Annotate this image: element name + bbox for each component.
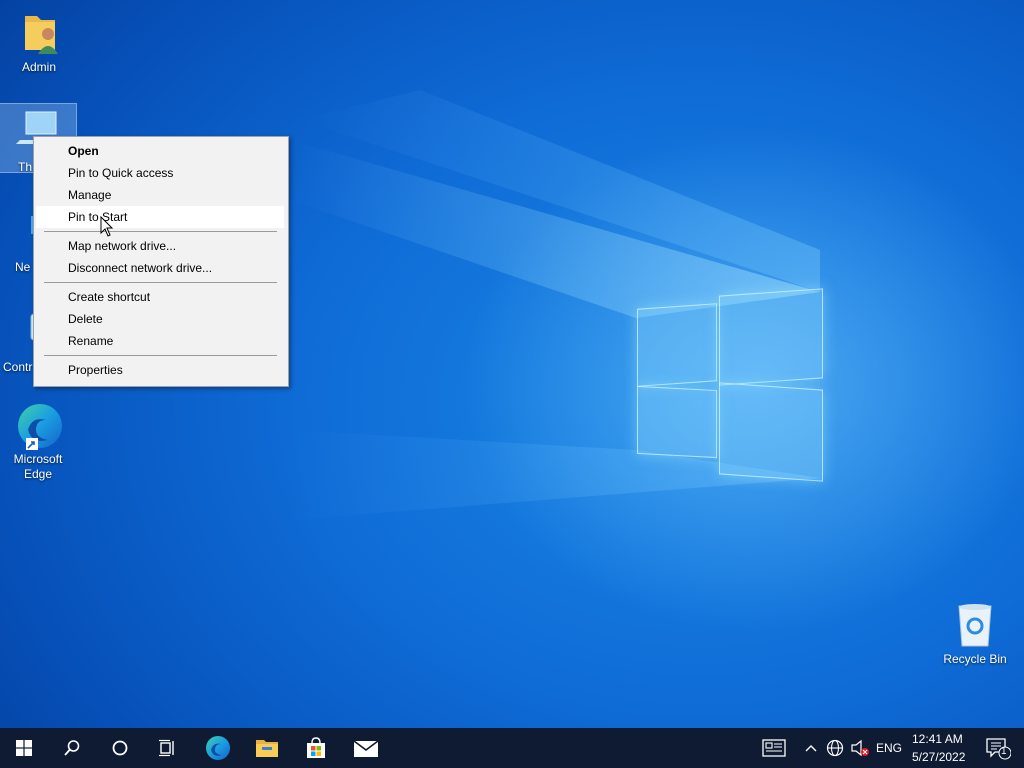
start-icon (16, 740, 32, 756)
edge-icon (14, 402, 62, 450)
taskbar-store-button[interactable] (292, 728, 340, 768)
taskbar-mail-button[interactable] (342, 728, 390, 768)
desktop-icon-microsoft-edge[interactable]: Microsoft Edge (1, 402, 75, 482)
menu-item-properties[interactable]: Properties (36, 359, 284, 381)
speaker-muted-icon (851, 739, 869, 757)
menu-item-open[interactable]: Open (36, 140, 284, 162)
menu-item-map-network-drive[interactable]: Map network drive... (36, 235, 284, 257)
clock[interactable]: 12:41 AM 5/27/2022 (908, 731, 970, 765)
clock-date: 5/27/2022 (912, 750, 966, 764)
news-button[interactable] (752, 728, 796, 768)
menu-item-manage[interactable]: Manage (36, 184, 284, 206)
menu-separator (44, 355, 277, 356)
desktop[interactable]: Admin Th Ne Contr Microsoft Edge Recycle… (0, 0, 1024, 728)
menu-separator (44, 282, 277, 283)
clock-time: 12:41 AM (912, 732, 963, 746)
menu-item-disconnect-network-drive[interactable]: Disconnect network drive... (36, 257, 284, 279)
taskbar-edge-button[interactable] (194, 728, 242, 768)
mail-icon (353, 740, 379, 757)
menu-separator (44, 231, 277, 232)
desktop-icon-label: Recycle Bin (943, 652, 1007, 666)
show-hidden-icons-button[interactable] (800, 728, 822, 768)
menu-item-create-shortcut[interactable]: Create shortcut (36, 286, 284, 308)
menu-item-rename[interactable]: Rename (36, 330, 284, 352)
taskbar-file-explorer-button[interactable] (243, 728, 291, 768)
desktop-icon-admin[interactable]: Admin (2, 10, 76, 75)
start-button[interactable] (0, 728, 48, 768)
desktop-icon-label: Admin (21, 60, 56, 74)
search-button[interactable] (48, 728, 96, 768)
menu-item-pin-to-start[interactable]: Pin to Start (36, 206, 284, 228)
globe-icon (826, 739, 844, 757)
search-icon (64, 740, 80, 756)
menu-item-pin-to-quick-access[interactable]: Pin to Quick access (36, 162, 284, 184)
edge-icon (206, 736, 230, 760)
task-view-icon (159, 739, 174, 757)
desktop-icon-recycle-bin[interactable]: Recycle Bin (937, 602, 1013, 667)
user-folder-icon (15, 10, 63, 58)
file-explorer-icon (256, 740, 278, 757)
context-menu: Open Pin to Quick access Manage Pin to S… (33, 136, 289, 387)
taskbar: ENG 12:41 AM 5/27/2022 1 (0, 728, 1024, 768)
chevron-up-icon (805, 745, 817, 752)
cortana-icon (112, 740, 128, 756)
network-tray-button[interactable] (824, 728, 846, 768)
cortana-button[interactable] (96, 728, 144, 768)
notification-count-badge: 1 (1001, 746, 1007, 757)
task-view-button[interactable] (144, 728, 192, 768)
store-icon (307, 737, 325, 758)
volume-tray-button[interactable] (848, 728, 872, 768)
notification-icon (986, 738, 1011, 760)
menu-item-delete[interactable]: Delete (36, 308, 284, 330)
desktop-icon-label: Microsoft Edge (13, 452, 63, 481)
action-center-button[interactable]: 1 (978, 728, 1018, 768)
news-icon (762, 739, 786, 757)
mouse-cursor-icon (100, 216, 114, 237)
language-indicator[interactable]: ENG (876, 741, 902, 755)
recycle-bin-icon (951, 602, 999, 650)
